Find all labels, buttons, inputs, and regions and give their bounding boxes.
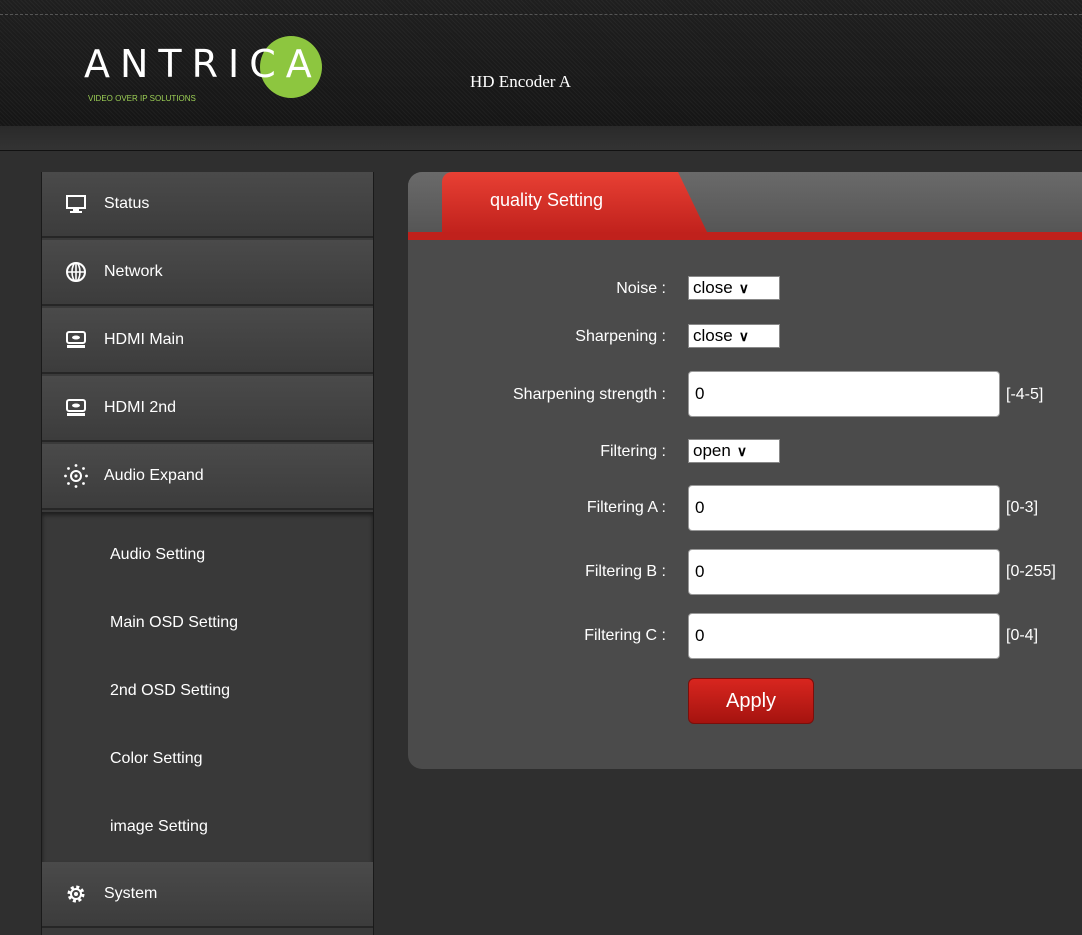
sidebar-item-network[interactable]: Network [42,240,373,306]
sidebar-item-label: HDMI Main [104,331,185,348]
filtering-c-input[interactable]: 0 [688,613,1000,659]
filtering-a-range: [0-3] [1006,499,1039,516]
sidebar-item-status[interactable]: Status [42,172,373,238]
tab-quality-setting[interactable]: quality Setting [442,172,708,234]
header-shade [0,126,1082,150]
hdmi-icon [62,326,90,354]
audio-expand-submenu: Audio Setting Main OSD Setting 2nd OSD S… [42,512,373,862]
filtering-a-label: Filtering A : [586,499,666,516]
sharpening-label: Sharpening : [575,328,666,345]
sidebar-item-label: Audio Expand [104,467,204,484]
hdmi-icon [62,394,90,422]
sharpening-strength-range: [-4-5] [1006,386,1044,403]
noise-label: Noise : [616,280,666,297]
sun-dots-icon [62,462,90,490]
sidebar-item-audio-expand[interactable]: Audio Expand [42,444,373,510]
filtering-c-label: Filtering C : [584,627,666,644]
sharpening-select[interactable]: close ∨ [688,324,780,348]
sidebar-item-label: Network [104,263,163,280]
filtering-b-label: Filtering B : [585,563,666,580]
sharpening-select-value: close [693,326,733,345]
filtering-a-input[interactable]: 0 [688,485,1000,531]
quality-setting-panel: quality Setting Noise : close ∨ Sharpeni… [408,172,1082,769]
logo-wordmark: ANTRICA [84,42,322,86]
filtering-select-value: open [693,441,731,460]
header-bar: ANTRICA VIDEO OVER IP SOLUTIONS HD Encod… [0,0,1082,151]
sidebar-nav: Status Network HDMI Main HDMI 2nd Audio … [41,172,374,935]
filtering-select[interactable]: open ∨ [688,439,780,463]
gear-icon [62,880,90,908]
sidebar-item-label: Status [104,195,150,212]
chevron-down-icon: ∨ [736,442,748,459]
submenu-item-color-setting[interactable]: Color Setting [110,750,203,768]
device-title: HD Encoder A [470,72,572,91]
logo-tagline: VIDEO OVER IP SOLUTIONS [88,94,196,103]
noise-select[interactable]: close ∨ [688,276,780,300]
sidebar-item-label: HDMI 2nd [104,399,177,416]
tab-label: quality Setting [490,190,604,210]
filtering-label: Filtering : [600,443,666,460]
sidebar-item-label: System [104,885,158,902]
submenu-item-audio-setting[interactable]: Audio Setting [110,546,205,564]
monitor-icon [62,190,90,218]
antrica-logo: ANTRICA VIDEO OVER IP SOLUTIONS [84,36,374,106]
chevron-down-icon: ∨ [738,327,749,344]
submenu-item-image-setting[interactable]: image Setting [110,818,208,836]
submenu-item-2nd-osd-setting[interactable]: 2nd OSD Setting [110,682,230,700]
header-divider-top [0,14,1082,15]
tab-underline [408,232,1082,240]
sharpening-strength-label: Sharpening strength : [513,386,666,403]
sidebar-item-hdmi-2nd[interactable]: HDMI 2nd [42,376,373,442]
noise-select-value: close [693,278,733,297]
filtering-b-range: [0-255] [1006,563,1056,580]
filtering-c-range: [0-4] [1006,627,1039,644]
sidebar-item-hdmi-main[interactable]: HDMI Main [42,308,373,374]
sharpening-strength-input[interactable]: 0 [688,371,1000,417]
chevron-down-icon: ∨ [738,279,749,296]
apply-button[interactable]: Apply [688,678,814,724]
filtering-b-input[interactable]: 0 [688,549,1000,595]
sidebar-item-system[interactable]: System [42,862,373,928]
globe-icon [62,258,90,286]
submenu-item-main-osd-setting[interactable]: Main OSD Setting [110,614,238,632]
